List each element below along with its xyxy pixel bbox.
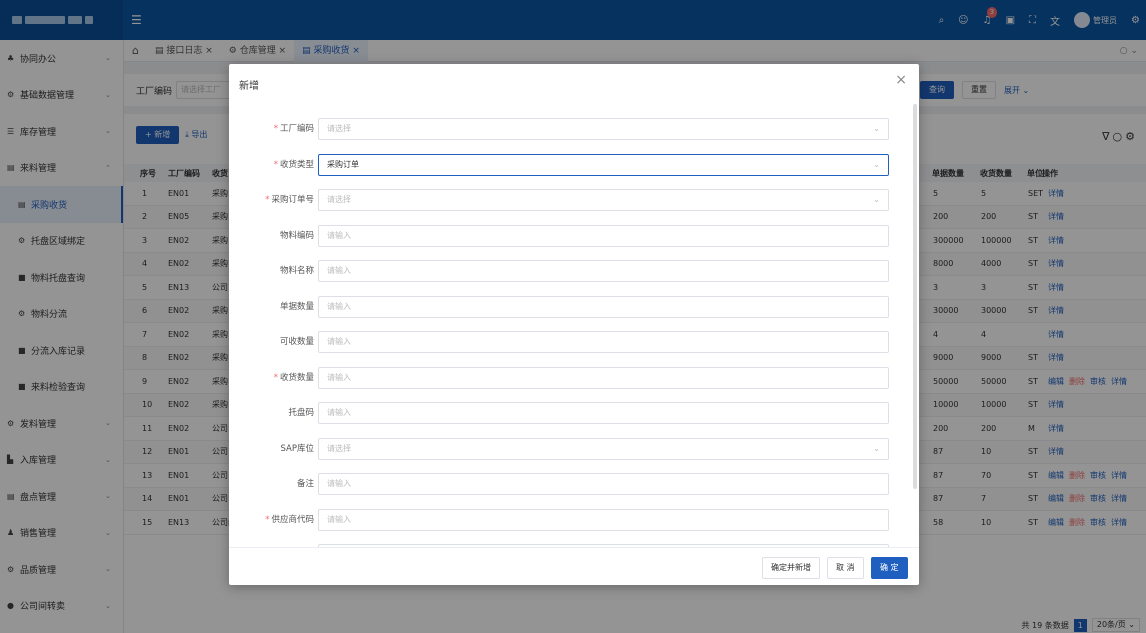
form-row: * 供应商代码 请输入: [229, 508, 919, 531]
form-row: 备注 请输入: [229, 473, 919, 495]
form-row: * 收货数量 请输入: [229, 366, 919, 389]
form-input[interactable]: 请输入: [318, 224, 889, 247]
form-label: * 供应商代码: [265, 509, 314, 531]
form-label: * 收货类型: [274, 154, 314, 176]
required-mark: *: [265, 195, 270, 205]
chevron-down-icon: ⌄: [873, 443, 880, 453]
required-mark: *: [273, 372, 278, 383]
form-select[interactable]: 请选择 ⌄: [318, 437, 889, 460]
form-placeholder: 请选择: [327, 124, 351, 133]
form-label-text: 单据数量: [279, 301, 314, 312]
form-input[interactable]: 请输入: [318, 366, 889, 389]
form-row: 物料名称 请输入: [229, 260, 919, 282]
form-row: 单据数量 请输入: [229, 295, 919, 318]
form-placeholder: 请输入: [327, 479, 351, 488]
form-label: 托盘码: [288, 402, 314, 424]
form-select[interactable]: 请选择 ⌄: [318, 118, 889, 140]
form-label-text: 采购订单号: [271, 195, 314, 205]
required-mark: *: [273, 124, 278, 134]
form-label: * 采购订单号: [265, 189, 314, 211]
form-row: 托盘码 请输入: [229, 402, 919, 424]
form-label: SAP库位: [281, 438, 315, 460]
dialog-title: 新增: [239, 81, 259, 92]
form-label-text: 工厂编码: [279, 124, 314, 134]
form-placeholder: 请输入: [327, 266, 351, 275]
form-label-text: 收货类型: [279, 159, 314, 170]
form-row: 可收数量 请输入: [229, 331, 919, 353]
dialog-body: * 工厂编码 请选择 ⌄ * 收货类型 采购订单 ⌄ * 采购订单号 请选择 ⌄ 物料编码 请输入 物料名称…: [229, 104, 919, 547]
form-input[interactable]: 请输入: [318, 473, 889, 495]
form-row: * 工厂编码 请选择 ⌄: [229, 118, 919, 140]
chevron-down-icon: ⌄: [873, 159, 880, 169]
confirm-button[interactable]: 确 定: [871, 557, 908, 579]
form-label-text: 物料名称: [279, 266, 314, 276]
form-placeholder: 请输入: [327, 408, 351, 417]
form-placeholder: 请输入: [327, 372, 351, 382]
form-label: 物料名称: [280, 260, 314, 282]
form-label: * 工厂编码: [274, 118, 314, 140]
form-input[interactable]: 请输入: [318, 260, 889, 282]
form-label-text: 供应商代码: [271, 514, 314, 525]
add-dialog: 新增 × * 工厂编码 请选择 ⌄ * 收货类型 采购订单 ⌄ * 采购订单号 请选择 ⌄ 物料编码 请输…: [229, 64, 919, 585]
close-icon[interactable]: ×: [895, 72, 907, 88]
dialog-scrollbar[interactable]: [913, 104, 917, 489]
form-select[interactable]: 请选择 ⌄: [318, 189, 889, 211]
form-label-text: 托盘码: [288, 408, 314, 418]
form-label: 物料编码: [280, 225, 314, 247]
form-label: 单据数量: [280, 296, 314, 318]
form-value: 采购订单: [327, 159, 359, 169]
form-row: 物料编码 请输入: [229, 224, 919, 247]
form-label-text: SAP库位: [280, 443, 315, 454]
form-placeholder: 请输入: [327, 301, 351, 311]
form-select[interactable]: 采购订单 ⌄: [318, 153, 889, 176]
chevron-down-icon: ⌄: [873, 124, 880, 133]
chevron-down-icon: ⌄: [873, 195, 880, 204]
form-label-text: 物料编码: [279, 230, 314, 241]
form-placeholder: 请选择: [327, 195, 351, 204]
form-label: 备注: [297, 473, 314, 495]
confirm-and-new-button[interactable]: 确定并新增: [762, 557, 820, 579]
form-placeholder: 请输入: [327, 337, 351, 346]
form-label: 可收数量: [280, 331, 314, 353]
form-label-text: 备注: [296, 479, 314, 489]
form-input[interactable]: 请输入: [318, 295, 889, 318]
form-input[interactable]: 请输入: [318, 508, 889, 531]
form-input[interactable]: 请输入: [318, 402, 889, 424]
required-mark: *: [265, 514, 270, 525]
form-input[interactable]: 请输入: [318, 331, 889, 353]
form-row: SAP库位 请选择 ⌄: [229, 437, 919, 460]
form-placeholder: 请输入: [327, 514, 351, 524]
form-row: * 采购订单号 请选择 ⌄: [229, 189, 919, 211]
dialog-footer: 确定并新增 取 消 确 定: [229, 547, 919, 585]
form-placeholder: 请选择: [327, 443, 351, 453]
form-label-text: 收货数量: [279, 372, 314, 383]
form-row: * 收货类型 采购订单 ⌄: [229, 153, 919, 176]
cancel-button[interactable]: 取 消: [827, 557, 864, 579]
form-label-text: 可收数量: [279, 337, 314, 347]
required-mark: *: [273, 159, 278, 170]
form-placeholder: 请输入: [327, 230, 351, 240]
form-label: * 收货数量: [274, 367, 314, 389]
